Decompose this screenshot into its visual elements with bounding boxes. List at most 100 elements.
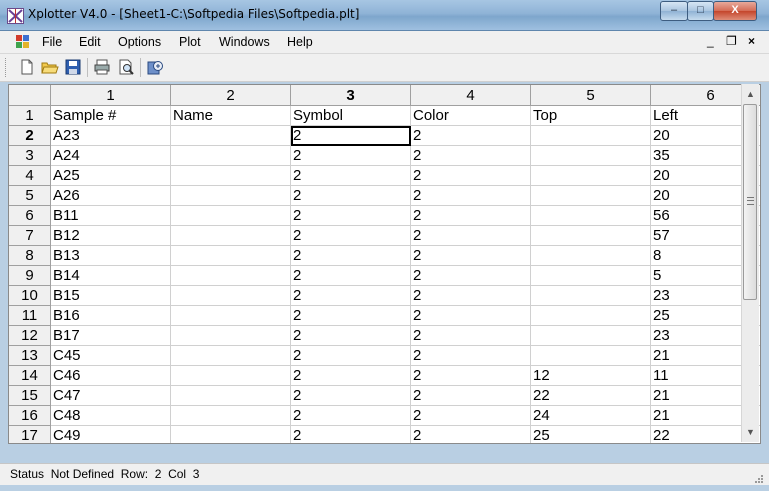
grid-cell-r12-c4[interactable]: 2	[411, 326, 531, 346]
grid-cell-r7-c1[interactable]: B12	[51, 226, 171, 246]
grid-cell-r6-c4[interactable]: 2	[411, 206, 531, 226]
grid-cell-r7-c3[interactable]: 2	[291, 226, 411, 246]
grid-cell-r10-c1[interactable]: B15	[51, 286, 171, 306]
grid-cell-r7-c2[interactable]	[171, 226, 291, 246]
grid-cell-r1-c4[interactable]: Color	[411, 106, 531, 126]
grid-cell-r9-c1[interactable]: B14	[51, 266, 171, 286]
grid-cell-r16-c3[interactable]: 2	[291, 406, 411, 426]
grid-cell-r17-c2[interactable]	[171, 426, 291, 443]
column-header-4[interactable]: 4	[411, 85, 531, 106]
grid-cell-r9-c2[interactable]	[171, 266, 291, 286]
minimize-button[interactable]: –	[660, 1, 688, 21]
grid-cell-r8-c4[interactable]: 2	[411, 246, 531, 266]
grid-cell-r4-c2[interactable]	[171, 166, 291, 186]
column-header-3[interactable]: 3	[291, 85, 411, 106]
grid-cell-r4-c5[interactable]	[531, 166, 651, 186]
row-header-15[interactable]: 15	[9, 386, 51, 406]
menu-help[interactable]: Help	[287, 35, 313, 49]
grid-cell-r13-c4[interactable]: 2	[411, 346, 531, 366]
row-header-2[interactable]: 2	[9, 126, 51, 146]
grid-cell-r12-c5[interactable]	[531, 326, 651, 346]
print-icon[interactable]	[93, 58, 111, 76]
grid-cell-r9-c4[interactable]: 2	[411, 266, 531, 286]
grid-cell-r1-c5[interactable]: Top	[531, 106, 651, 126]
grid-cell-r14-c3[interactable]: 2	[291, 366, 411, 386]
grid-cell-r1-c2[interactable]: Name	[171, 106, 291, 126]
row-header-9[interactable]: 9	[9, 266, 51, 286]
document-icon[interactable]	[16, 35, 30, 48]
row-header-13[interactable]: 13	[9, 346, 51, 366]
grid-cell-r15-c1[interactable]: C47	[51, 386, 171, 406]
row-header-8[interactable]: 8	[9, 246, 51, 266]
grid-cell-r4-c3[interactable]: 2	[291, 166, 411, 186]
grid-cell-r15-c5[interactable]: 22	[531, 386, 651, 406]
grid-cell-r15-c2[interactable]	[171, 386, 291, 406]
grid-cell-r3-c1[interactable]: A24	[51, 146, 171, 166]
child-minimize-button[interactable]: _	[707, 34, 714, 48]
row-header-7[interactable]: 7	[9, 226, 51, 246]
grid-corner[interactable]	[9, 85, 51, 106]
scrollbar-thumb[interactable]	[743, 104, 757, 300]
grid-cell-r6-c1[interactable]: B11	[51, 206, 171, 226]
grid-cell-r14-c4[interactable]: 2	[411, 366, 531, 386]
grid-cell-r16-c1[interactable]: C48	[51, 406, 171, 426]
grid-cell-r5-c1[interactable]: A26	[51, 186, 171, 206]
grid-cell-r1-c1[interactable]: Sample #	[51, 106, 171, 126]
vertical-scrollbar[interactable]: ▲ ▼	[741, 84, 759, 442]
toolbar-grip[interactable]	[5, 58, 9, 77]
grid-cell-r10-c5[interactable]	[531, 286, 651, 306]
grid-cell-r14-c2[interactable]	[171, 366, 291, 386]
menu-windows[interactable]: Windows	[219, 35, 270, 49]
grid-cell-r6-c5[interactable]	[531, 206, 651, 226]
grid-cell-r17-c1[interactable]: C49	[51, 426, 171, 443]
grid-cell-r9-c3[interactable]: 2	[291, 266, 411, 286]
row-header-4[interactable]: 4	[9, 166, 51, 186]
spreadsheet-grid[interactable]: 123456 1 Sample # Name Symbol Color Top Left 2 A…	[8, 84, 761, 444]
menu-edit[interactable]: Edit	[79, 35, 101, 49]
grid-cell-r2-c3[interactable]: 2	[291, 126, 411, 146]
grid-cell-r15-c3[interactable]: 2	[291, 386, 411, 406]
grid-cell-r11-c5[interactable]	[531, 306, 651, 326]
menu-options[interactable]: Options	[118, 35, 161, 49]
menu-plot[interactable]: Plot	[179, 35, 201, 49]
grid-cell-r8-c5[interactable]	[531, 246, 651, 266]
grid-cell-r14-c1[interactable]: C46	[51, 366, 171, 386]
grid-cell-r15-c4[interactable]: 2	[411, 386, 531, 406]
close-button[interactable]: X	[713, 1, 757, 21]
grid-cell-r4-c4[interactable]: 2	[411, 166, 531, 186]
grid-cell-r7-c4[interactable]: 2	[411, 226, 531, 246]
grid-cell-r17-c4[interactable]: 2	[411, 426, 531, 443]
grid-cell-r11-c2[interactable]	[171, 306, 291, 326]
scroll-down-arrow-icon[interactable]: ▼	[742, 424, 759, 441]
open-folder-icon[interactable]	[41, 58, 59, 76]
grid-cell-r2-c5[interactable]	[531, 126, 651, 146]
grid-cell-r12-c3[interactable]: 2	[291, 326, 411, 346]
grid-cell-r13-c1[interactable]: C45	[51, 346, 171, 366]
app-logo-icon[interactable]	[7, 8, 24, 24]
grid-cell-r16-c4[interactable]: 2	[411, 406, 531, 426]
grid-cell-r6-c3[interactable]: 2	[291, 206, 411, 226]
row-header-16[interactable]: 16	[9, 406, 51, 426]
row-header-17[interactable]: 17	[9, 426, 51, 443]
row-header-14[interactable]: 14	[9, 366, 51, 386]
grid-cell-r17-c3[interactable]: 2	[291, 426, 411, 443]
grid-cell-r11-c4[interactable]: 2	[411, 306, 531, 326]
grid-cell-r14-c5[interactable]: 12	[531, 366, 651, 386]
grid-cell-r12-c2[interactable]	[171, 326, 291, 346]
grid-cell-r10-c3[interactable]: 2	[291, 286, 411, 306]
plot-icon[interactable]	[146, 58, 164, 76]
grid-cell-r2-c1[interactable]: A23	[51, 126, 171, 146]
grid-cell-r3-c2[interactable]	[171, 146, 291, 166]
column-header-5[interactable]: 5	[531, 85, 651, 106]
child-close-button[interactable]: ×	[748, 34, 755, 48]
child-restore-button[interactable]: ❐	[726, 34, 737, 48]
column-header-1[interactable]: 1	[51, 85, 171, 106]
column-header-2[interactable]: 2	[171, 85, 291, 106]
grid-cell-r7-c5[interactable]	[531, 226, 651, 246]
row-header-1[interactable]: 1	[9, 106, 51, 126]
grid-cell-r13-c3[interactable]: 2	[291, 346, 411, 366]
grid-cell-r6-c2[interactable]	[171, 206, 291, 226]
row-header-10[interactable]: 10	[9, 286, 51, 306]
grid-cell-r8-c1[interactable]: B13	[51, 246, 171, 266]
row-header-5[interactable]: 5	[9, 186, 51, 206]
